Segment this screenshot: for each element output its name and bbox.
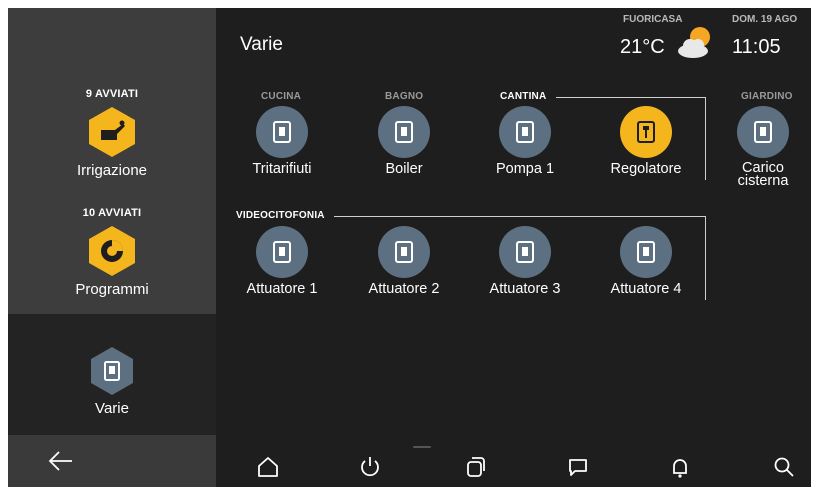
irrigation-label: Irrigazione [76, 162, 148, 179]
time-label: 11:05 [732, 36, 781, 58]
sidebar-item-programmi[interactable]: 10 AVVIATI Programmi [8, 207, 216, 298]
irrigation-count: 9 AVVIATI [85, 88, 139, 100]
power-icon[interactable] [358, 455, 382, 479]
switch-icon [516, 121, 534, 143]
group-label-cucina: CUCINA [261, 91, 302, 102]
device-attuatore-3[interactable]: Attuatore 3 [470, 226, 580, 297]
device-label: Boiler [385, 161, 423, 177]
switch-icon [89, 346, 135, 396]
device-label: Regolatore [610, 161, 682, 177]
device-label: Attuatore 4 [610, 281, 682, 297]
date-label: DOM. 19 AGO [732, 14, 798, 25]
device-button[interactable] [378, 106, 430, 158]
switch-icon [395, 121, 413, 143]
device-pompa-1[interactable]: Pompa 1 [470, 106, 580, 177]
switch-on-icon [637, 121, 655, 143]
device-attuatore-2[interactable]: Attuatore 2 [349, 226, 459, 297]
sidebar-item-varie[interactable]: Varie [8, 346, 216, 417]
device-button[interactable] [620, 226, 672, 278]
group-label-giardino: GIARDINO [741, 91, 793, 102]
device-label: Carico cisterna [737, 160, 789, 189]
back-arrow-icon [48, 451, 72, 471]
device-boiler[interactable]: Boiler [349, 106, 459, 177]
bottom-nav-bar [216, 435, 811, 487]
home-icon[interactable] [256, 455, 280, 479]
clock-widget: DOM. 19 AGO 11:05 [726, 14, 811, 64]
group-label-cantina: CANTINA [500, 91, 547, 102]
device-button[interactable] [256, 106, 308, 158]
device-regolatore[interactable]: Regolatore [591, 106, 701, 177]
notifications-icon[interactable] [668, 455, 692, 479]
weather-widget[interactable]: FUORICASA 21°C [620, 14, 723, 64]
group-label-videocitofonia: VIDEOCITOFONIA [236, 210, 325, 221]
watering-can-icon [87, 106, 137, 158]
device-button[interactable] [256, 226, 308, 278]
device-attuatore-4[interactable]: Attuatore 4 [591, 226, 701, 297]
device-button[interactable] [737, 106, 789, 158]
device-button[interactable] [378, 226, 430, 278]
messages-icon[interactable] [566, 455, 590, 479]
app-screen: 9 AVVIATI Irrigazione 10 AVVIATI Program… [8, 8, 811, 487]
device-tritarifiuti[interactable]: Tritarifiuti [227, 106, 337, 177]
programs-count: 10 AVVIATI [82, 207, 142, 219]
sidebar-item-irrigazione[interactable]: 9 AVVIATI Irrigazione [8, 88, 216, 179]
search-icon[interactable] [772, 455, 796, 479]
switch-icon [754, 121, 772, 143]
device-label: Attuatore 2 [368, 281, 440, 297]
device-attuatore-1[interactable]: Attuatore 1 [227, 226, 337, 297]
group-label-bagno: BAGNO [385, 91, 424, 102]
page-title: Varie [240, 34, 283, 55]
switch-icon [395, 241, 413, 263]
back-button[interactable] [8, 435, 216, 487]
weather-caption: FUORICASA [623, 14, 683, 25]
device-label: Attuatore 3 [489, 281, 561, 297]
program-icon [87, 225, 137, 277]
varie-label: Varie [95, 400, 129, 417]
device-label: Pompa 1 [495, 161, 555, 177]
partly-cloudy-icon [678, 27, 710, 58]
device-button[interactable] [499, 226, 551, 278]
sidebar: 9 AVVIATI Irrigazione 10 AVVIATI Program… [8, 8, 216, 487]
switch-icon [516, 241, 534, 263]
device-label: Tritarifiuti [252, 161, 312, 177]
device-carico-cisterna[interactable]: Carico cisterna [712, 106, 811, 188]
device-button[interactable] [620, 106, 672, 158]
scenes-icon[interactable] [464, 455, 488, 479]
programs-label: Programmi [75, 281, 149, 298]
device-label: Attuatore 1 [246, 281, 318, 297]
switch-icon [273, 241, 291, 263]
switch-icon [273, 121, 291, 143]
device-button[interactable] [499, 106, 551, 158]
weather-temperature: 21°C [620, 36, 665, 58]
switch-icon [637, 241, 655, 263]
